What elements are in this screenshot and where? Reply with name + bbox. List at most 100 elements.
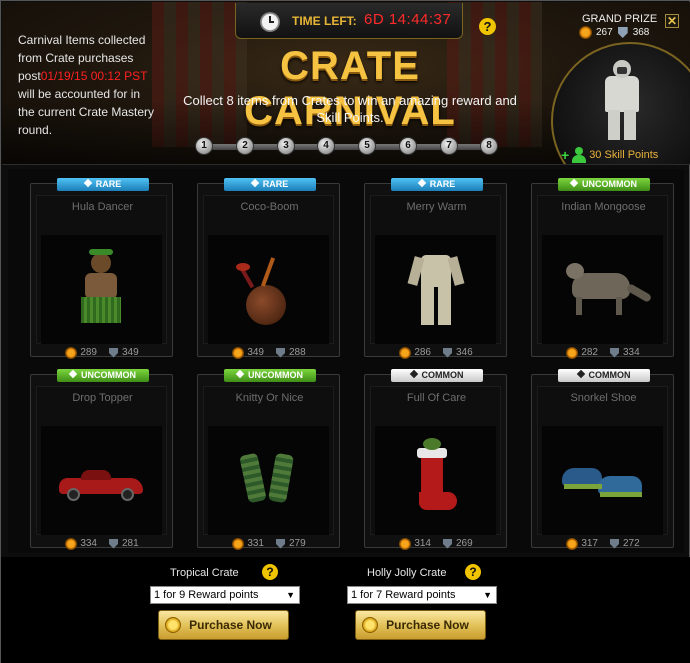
header-banner: TIME LEFT: 6D 14:44:37 ? Carnival Items … bbox=[2, 2, 690, 165]
reward-select-value: 1 for 7 Reward points bbox=[351, 589, 456, 601]
item-attack: 286 bbox=[414, 347, 431, 358]
gem-icon bbox=[409, 369, 418, 379]
item-name: Snorkel Shoe bbox=[570, 392, 637, 404]
gem-icon bbox=[83, 178, 92, 188]
attack-icon bbox=[400, 347, 411, 358]
item-stats: 289 349 bbox=[31, 347, 174, 358]
item-name: Coco-Boom bbox=[240, 201, 299, 213]
hazmat-suit-prize-image bbox=[599, 60, 645, 142]
rarity-badge: UNCOMMON bbox=[558, 178, 650, 191]
rarity-label: COMMON bbox=[421, 370, 464, 380]
defense-icon bbox=[443, 538, 452, 549]
skill-points-row: + 30 Skill Points bbox=[561, 147, 658, 163]
gem-icon bbox=[576, 369, 585, 379]
item-name: Knitty Or Nice bbox=[235, 392, 304, 404]
item-attack: 317 bbox=[581, 538, 598, 549]
knitty-or-nice-image bbox=[208, 426, 329, 535]
crate-title: Tropical Crate bbox=[170, 567, 239, 579]
rarity-badge: UNCOMMON bbox=[224, 369, 316, 382]
item-defense: 269 bbox=[456, 538, 473, 549]
info-date: 01/19/15 00:12 PST bbox=[40, 69, 148, 83]
coin-icon bbox=[362, 617, 378, 633]
grand-prize-stats: 267 368 bbox=[580, 27, 649, 38]
drop-topper-image bbox=[41, 426, 162, 535]
rarity-label: RARE bbox=[95, 179, 122, 189]
rarity-badge: COMMON bbox=[391, 369, 483, 382]
progress-step: 7 bbox=[440, 137, 458, 155]
merry-warm-image bbox=[375, 235, 496, 344]
gem-icon bbox=[417, 178, 426, 188]
reward-select[interactable]: 1 for 7 Reward points ▼ bbox=[347, 586, 497, 604]
attack-icon bbox=[567, 347, 578, 358]
defense-icon bbox=[109, 538, 118, 549]
help-icon[interactable]: ? bbox=[465, 564, 481, 580]
hula-dancer-image bbox=[41, 235, 162, 344]
item-attack: 334 bbox=[80, 538, 97, 549]
help-icon[interactable]: ? bbox=[262, 564, 278, 580]
grand-prize-defense: 368 bbox=[632, 27, 650, 38]
progress-step: 3 bbox=[277, 137, 295, 155]
item-stats: 334 281 bbox=[31, 538, 174, 549]
help-icon[interactable]: ? bbox=[479, 18, 496, 35]
rarity-label: COMMON bbox=[588, 370, 631, 380]
purchase-area: Tropical Crate ? 1 for 9 Reward points ▼… bbox=[1, 557, 690, 663]
grand-prize-attack: 267 bbox=[596, 27, 613, 38]
crate-title: Holly Jolly Crate bbox=[367, 567, 447, 579]
person-icon bbox=[572, 147, 587, 163]
page-subtitle: Collect 8 items from Crates to win an am… bbox=[183, 93, 517, 125]
indian-mongoose-image bbox=[542, 235, 663, 344]
item-card[interactable]: RARE Merry Warm 286 346 bbox=[364, 178, 508, 358]
item-attack: 331 bbox=[247, 538, 264, 549]
item-name: Merry Warm bbox=[406, 201, 467, 213]
item-attack: 282 bbox=[581, 347, 598, 358]
item-stats: 282 334 bbox=[532, 347, 675, 358]
rarity-label: UNCOMMON bbox=[248, 370, 303, 380]
item-card[interactable]: COMMON Full Of Care 314 269 bbox=[364, 369, 507, 549]
item-name: Hula Dancer bbox=[71, 201, 134, 213]
purchase-now-button[interactable]: Purchase Now bbox=[355, 610, 486, 640]
gem-icon bbox=[250, 178, 259, 188]
item-grid: RARE Hula Dancer 289 349 RARE Coco-Boom bbox=[8, 169, 684, 553]
item-defense: 288 bbox=[289, 347, 306, 358]
info-text-part2: will be accounted for in the current Cra… bbox=[18, 87, 155, 137]
rarity-badge: RARE bbox=[224, 178, 316, 191]
rarity-badge: RARE bbox=[57, 178, 149, 191]
rarity-badge: UNCOMMON bbox=[57, 369, 149, 382]
attack-icon bbox=[66, 538, 77, 549]
purchase-now-button[interactable]: Purchase Now bbox=[158, 610, 289, 640]
close-button[interactable]: ✕ bbox=[665, 14, 679, 28]
item-card[interactable]: COMMON Snorkel Shoe 317 272 bbox=[531, 369, 675, 549]
plus-icon: + bbox=[561, 147, 570, 163]
clock-icon bbox=[260, 12, 280, 32]
item-name: Drop Topper bbox=[72, 392, 133, 404]
item-stats: 286 346 bbox=[365, 347, 508, 358]
full-of-care-image bbox=[375, 426, 496, 535]
rarity-label: UNCOMMON bbox=[81, 370, 136, 380]
reward-select[interactable]: 1 for 9 Reward points ▼ bbox=[150, 586, 300, 604]
coin-icon bbox=[165, 617, 181, 633]
defense-icon bbox=[610, 347, 619, 358]
time-left-label: TIME LEFT: bbox=[292, 14, 357, 28]
item-name: Full Of Care bbox=[406, 392, 467, 404]
item-defense: 279 bbox=[289, 538, 306, 549]
item-stats: 317 272 bbox=[532, 538, 675, 549]
item-defense: 281 bbox=[122, 538, 139, 549]
attack-icon bbox=[233, 347, 244, 358]
rarity-label: RARE bbox=[429, 179, 456, 189]
item-card[interactable]: RARE Hula Dancer 289 349 bbox=[30, 178, 174, 358]
item-stats: 331 279 bbox=[198, 538, 341, 549]
progress-step: 8 bbox=[480, 137, 498, 155]
rarity-badge: RARE bbox=[391, 178, 483, 191]
item-card[interactable]: RARE Coco-Boom 349 288 bbox=[197, 178, 340, 358]
time-left-value: 6D 14:44:37 bbox=[364, 11, 452, 28]
progress-step: 5 bbox=[358, 137, 376, 155]
attack-icon bbox=[567, 538, 578, 549]
item-card[interactable]: UNCOMMON Drop Topper 334 281 bbox=[30, 369, 174, 549]
item-card[interactable]: UNCOMMON Indian Mongoose 282 334 bbox=[531, 178, 675, 358]
defense-icon bbox=[610, 538, 619, 549]
purchase-now-label: Purchase Now bbox=[386, 618, 469, 632]
timer-box: TIME LEFT: 6D 14:44:37 bbox=[235, 3, 463, 39]
item-name: Indian Mongoose bbox=[561, 201, 646, 213]
item-card[interactable]: UNCOMMON Knitty Or Nice 331 279 bbox=[197, 369, 341, 549]
item-defense: 346 bbox=[456, 347, 473, 358]
